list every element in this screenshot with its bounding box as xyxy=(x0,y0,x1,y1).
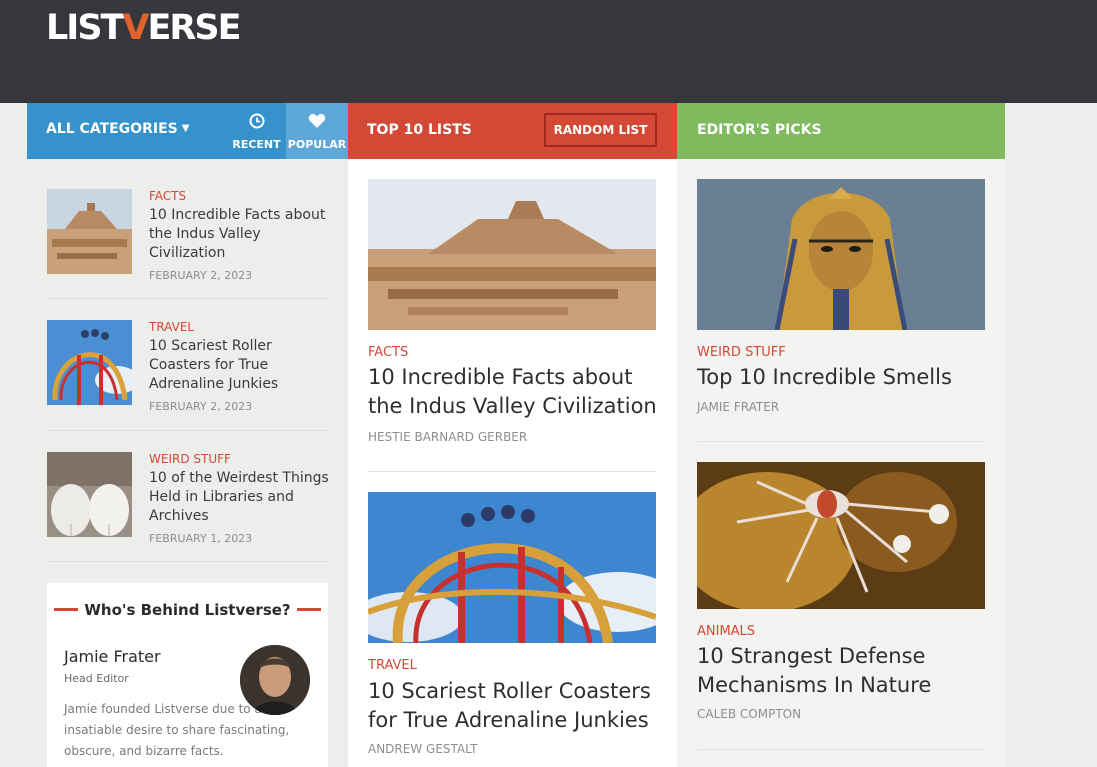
category-link[interactable]: FACTS xyxy=(368,345,408,360)
listverse-logo[interactable]: LISTVERSE xyxy=(46,8,242,48)
article-author[interactable]: CALEB COMPTON xyxy=(697,707,801,721)
roller-coaster-image[interactable] xyxy=(368,492,656,643)
indus-ruins-image[interactable] xyxy=(368,179,656,330)
article-author[interactable]: HESTIE BARNARD GERBER xyxy=(368,430,527,444)
category-link[interactable]: TRAVEL xyxy=(149,320,329,334)
top10-bar: TOP 10 LISTS RANDOM LIST xyxy=(348,103,677,159)
category-link[interactable]: TRAVEL xyxy=(368,658,417,673)
article-card[interactable]: TRAVEL 10 Scariest Roller Coasters for T… xyxy=(368,492,656,767)
article-card[interactable]: ANIMALS 10 Strangest Defense Mechanisms … xyxy=(697,462,985,722)
logo-text-list: LIST xyxy=(46,8,124,48)
category-link[interactable]: WEIRD STUFF xyxy=(149,452,329,466)
article-title-link[interactable]: 10 Incredible Facts about the Indus Vall… xyxy=(149,206,329,263)
tab-recent-label: RECENT xyxy=(232,138,281,151)
divider xyxy=(47,430,328,431)
article-author[interactable]: JAMIE FRATER xyxy=(697,400,779,414)
list-item-text: FACTS 10 Incredible Facts about the Indu… xyxy=(149,189,329,282)
category-link[interactable]: WEIRD STUFF xyxy=(697,345,786,360)
editor-avatar xyxy=(240,645,310,715)
top10-column: FACTS 10 Incredible Facts about the Indu… xyxy=(348,159,677,767)
logo-text-v: V xyxy=(122,8,149,48)
article-card[interactable]: WEIRD STUFF Top 10 Incredible Smells JAM… xyxy=(697,179,985,424)
heart-icon xyxy=(308,113,326,129)
heading-dash xyxy=(54,608,79,611)
category-link[interactable]: ANIMALS xyxy=(697,624,755,639)
article-title-link[interactable]: 10 Scariest Roller Coasters for True Adr… xyxy=(368,677,668,735)
article-date: FEBRUARY 1, 2023 xyxy=(149,532,253,545)
article-date: FEBRUARY 2, 2023 xyxy=(149,269,253,282)
roller-coaster-thumbnail[interactable] xyxy=(47,320,132,405)
shrimp-image[interactable] xyxy=(697,462,985,609)
tab-recent[interactable]: RECENT xyxy=(227,103,286,159)
all-categories-dropdown[interactable]: ALL CATEGORIES ▼ xyxy=(46,121,189,137)
article-title-link[interactable]: 10 Scariest Roller Coasters for True Adr… xyxy=(149,337,329,394)
random-list-button[interactable]: RANDOM LIST xyxy=(544,113,657,147)
categories-bar: ALL CATEGORIES ▼ RECENT POPULAR xyxy=(27,103,348,159)
category-link[interactable]: FACTS xyxy=(149,189,329,203)
article-title-link[interactable]: 10 Strangest Defense Mechanisms In Natur… xyxy=(697,642,997,700)
all-categories-label: ALL CATEGORIES xyxy=(46,121,178,137)
article-title-link[interactable]: 10 Incredible Facts about the Indus Vall… xyxy=(368,363,668,421)
list-item-text: TRAVEL 10 Scariest Roller Coasters for T… xyxy=(149,320,329,413)
site-header: LISTVERSE xyxy=(0,0,1097,103)
article-title-link[interactable]: Top 10 Incredible Smells xyxy=(697,363,997,392)
whos-behind-heading: Who's Behind Listverse? xyxy=(47,601,328,619)
whos-behind-box: Who's Behind Listverse? Jamie Frater Hea… xyxy=(47,583,328,767)
article-card[interactable]: FACTS 10 Incredible Facts about the Indu… xyxy=(368,179,657,451)
divider xyxy=(47,561,328,562)
cat-paws-thumbnail[interactable] xyxy=(47,452,132,537)
whos-behind-heading-text: Who's Behind Listverse? xyxy=(84,601,291,619)
top10-lists-link[interactable]: TOP 10 LISTS xyxy=(367,122,472,138)
divider xyxy=(697,441,985,442)
tab-popular-label: POPULAR xyxy=(287,138,347,151)
article-date: FEBRUARY 2, 2023 xyxy=(149,400,253,413)
divider xyxy=(697,749,985,750)
article-title-link[interactable]: 10 of the Weirdest Things Held in Librar… xyxy=(149,469,329,526)
pharaoh-mask-image[interactable] xyxy=(697,179,985,330)
editors-picks-link[interactable]: EDITOR'S PICKS xyxy=(697,122,822,138)
recent-column: FACTS 10 Incredible Facts about the Indu… xyxy=(27,159,348,767)
editors-picks-column: WEIRD STUFF Top 10 Incredible Smells JAM… xyxy=(677,159,1005,767)
editor-role: Head Editor xyxy=(64,672,129,685)
logo-text-erse: ERSE xyxy=(147,8,242,48)
caret-down-icon: ▼ xyxy=(181,123,190,134)
divider xyxy=(47,298,328,299)
tab-popular[interactable]: POPULAR xyxy=(286,103,348,159)
clock-icon xyxy=(249,113,265,129)
editors-picks-bar: EDITOR'S PICKS xyxy=(677,103,1005,159)
divider xyxy=(368,471,656,472)
indus-ruins-thumbnail[interactable] xyxy=(47,189,132,274)
article-author[interactable]: ANDREW GESTALT xyxy=(368,742,478,756)
editor-name: Jamie Frater xyxy=(64,647,161,666)
heading-dash xyxy=(296,608,321,611)
list-item-text: WEIRD STUFF 10 of the Weirdest Things He… xyxy=(149,452,329,545)
